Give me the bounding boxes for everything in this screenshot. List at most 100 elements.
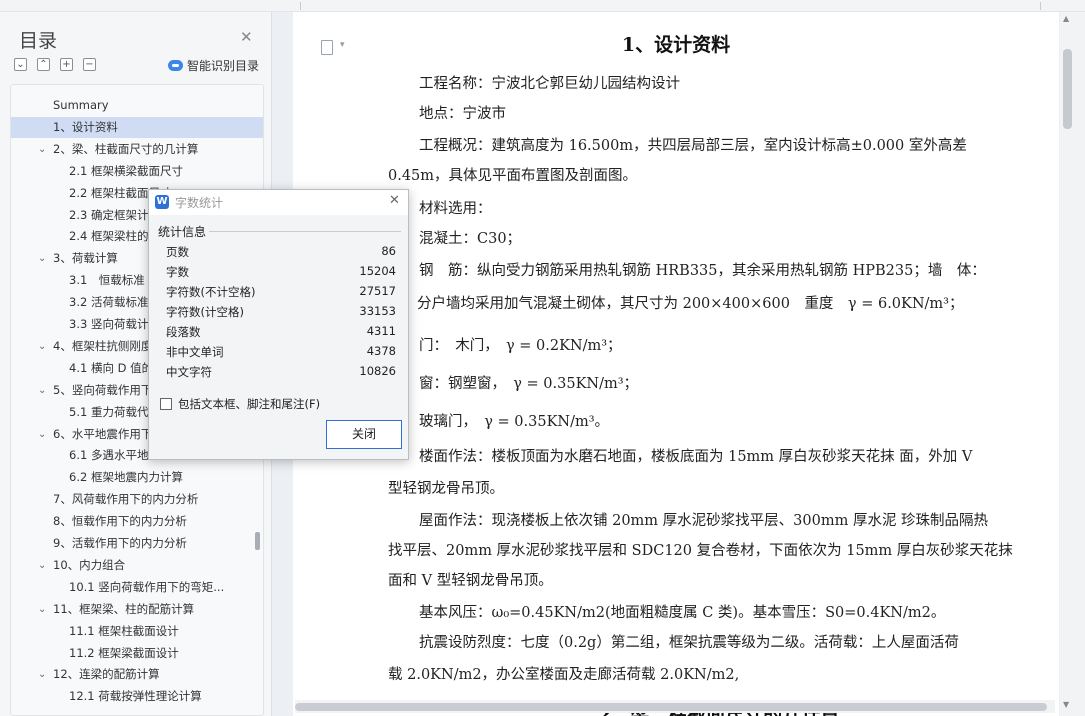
checkbox-box[interactable] <box>160 398 172 410</box>
smart-toc-label: 智能识别目录 <box>187 59 260 73</box>
toc-item-label: 12、连梁的配筋计算 <box>53 667 160 682</box>
hscrollbar-thumb[interactable] <box>295 703 1047 711</box>
toc-item[interactable]: ⌄ 2、梁、柱截面尺寸的几计算 <box>11 139 263 160</box>
toc-item[interactable]: ⌄ 10、内力组合 <box>11 555 263 576</box>
paragraph-line: 地点：宁波市 <box>419 106 506 122</box>
toc-item-label: 10.1 竖向荷载作用下的弯矩... <box>69 579 225 594</box>
chevron-down-icon[interactable]: ⌄ <box>38 139 46 160</box>
wps-logo-icon: W <box>155 195 169 209</box>
toc-item[interactable]: Summary <box>11 95 263 116</box>
horizontal-scrollbar[interactable] <box>295 700 1055 713</box>
stat-row: 字符数(不计空格) 27517 <box>166 282 396 302</box>
expand-down-icon[interactable]: ⌄ <box>14 58 27 71</box>
toc-item[interactable]: 11.1 框架柱截面设计 <box>11 621 263 642</box>
word-count-dialog: W 字数统计 ✕ 统计信息 包括文本框、脚注和尾注(F) 关闭 页数 86 字数 15… <box>148 189 409 460</box>
paragraph-line: 墙、分户墙均采用加气混凝土砌体，其尺寸为 200×400×600 重度 γ = … <box>388 296 964 312</box>
stat-label: 字符数(不计空格) <box>166 285 256 299</box>
paragraph-line: 0.45m，具体见平面布置图及剖面图。 <box>388 168 638 184</box>
checkbox-label: 包括文本框、脚注和尾注(F) <box>178 397 321 411</box>
stat-label: 字数 <box>166 265 189 279</box>
toc-item-label: 2.3 确定框架计 <box>69 207 149 222</box>
toc-item-label: Summary <box>53 98 109 112</box>
dialog-titlebar: W 字数统计 ✕ <box>149 190 408 215</box>
toc-item-label: 10、内力组合 <box>53 557 126 572</box>
collapse-up-icon[interactable]: ⌃ <box>37 58 50 71</box>
stat-row: 中文字符 10826 <box>166 362 396 382</box>
paragraph-line: 材料选用： <box>419 201 492 217</box>
toc-title: 目录 <box>19 30 58 52</box>
stat-value: 33153 <box>359 304 396 318</box>
stat-label: 段落数 <box>166 325 201 339</box>
chevron-down-icon[interactable]: ⌄ <box>38 424 46 445</box>
toc-item-label: 5、竖向荷载作用下 <box>53 382 153 397</box>
chevron-down-icon[interactable]: ⌄ <box>38 248 46 269</box>
stat-label: 页数 <box>166 245 189 259</box>
close-button[interactable]: 关闭 <box>326 420 402 449</box>
paragraph-line: 窗：钢塑窗， γ = 0.35KN/m³； <box>419 376 639 392</box>
divider <box>209 231 401 232</box>
toc-item[interactable]: 10.1 竖向荷载作用下的弯矩... <box>11 577 263 598</box>
toc-item-label: 7、风荷载作用下的内力分析 <box>53 492 199 507</box>
toc-item-label: 1、设计资料 <box>53 119 118 134</box>
stat-row: 非中文单词 4378 <box>166 342 396 362</box>
paragraph-line: 工程名称：宁波北仑郭巨幼儿园结构设计 <box>419 76 680 92</box>
chevron-down-icon[interactable]: ⌄ <box>38 380 46 401</box>
stat-row: 页数 86 <box>166 242 396 262</box>
stat-value: 86 <box>381 244 396 258</box>
remove-icon[interactable]: − <box>83 58 96 71</box>
toc-item[interactable]: 12.1 荷载按弹性理论计算 <box>11 686 263 707</box>
toc-item-label: 11.1 框架柱截面设计 <box>69 623 179 638</box>
stat-value: 15204 <box>359 264 396 278</box>
toc-item[interactable]: 9、活载作用下的内力分析 <box>11 533 263 554</box>
toc-item[interactable]: ⌄ 11、框架梁、柱的配筋计算 <box>11 599 263 620</box>
chevron-down-icon[interactable]: ⌄ <box>38 336 46 357</box>
chevron-down-icon[interactable]: ⌄ <box>38 664 46 685</box>
toc-item[interactable]: 11.2 框架梁截面设计 <box>11 643 263 664</box>
stats-group-label: 统计信息 <box>158 225 207 239</box>
toc-item-label: 9、活载作用下的内力分析 <box>53 536 187 550</box>
smart-toc-button[interactable]: 智能识别目录 <box>168 57 259 74</box>
scroll-down-icon[interactable]: ▼ <box>1063 700 1069 709</box>
paragraph-line: 工程概况：建筑高度为 16.500m，共四层局部三层，室内设计标高±0.000 … <box>419 138 967 154</box>
paragraph-line: 楼面作法：楼板顶面为水磨石地面，楼板底面为 15mm 厚白灰砂浆天花抹 面，外加… <box>419 449 973 465</box>
stat-label: 非中文单词 <box>166 345 224 359</box>
top-ruler <box>0 0 1085 12</box>
toc-item[interactable]: 8、恒载作用下的内力分析 <box>11 511 263 532</box>
stat-value: 10826 <box>359 364 396 378</box>
toc-item-label: 8、恒载作用下的内力分析 <box>53 514 187 529</box>
toc-item[interactable]: ⌄ 12、连梁的配筋计算 <box>11 664 263 685</box>
toc-item-label: 4、框架柱抗侧刚度 <box>53 338 153 353</box>
toc-item-label: 6.2 框架地震内力计算 <box>69 470 183 485</box>
toc-item-label: 4.1 横向 D 值的 <box>69 360 154 375</box>
toc-item-label: 12.1 荷载按弹性理论计算 <box>69 689 202 704</box>
paragraph-line: 门： 木门， γ = 0.2KN/m³； <box>419 338 622 354</box>
stat-value: 4378 <box>366 344 396 358</box>
toc-item[interactable]: 2.1 框架横梁截面尺寸 <box>11 161 263 182</box>
scrollbar-thumb[interactable] <box>1063 49 1072 129</box>
toc-item-label: 3.2 活荷载标准 <box>69 295 149 310</box>
add-icon[interactable]: + <box>60 58 73 71</box>
toc-item-label: 5.1 重力荷载代 <box>69 404 149 419</box>
close-icon[interactable]: ✕ <box>240 28 253 46</box>
toc-item-label: 3.3 竖向荷载计 <box>69 317 149 331</box>
paragraph-line: 混凝土：C30； <box>419 231 522 247</box>
smart-toc-icon <box>168 60 183 71</box>
paragraph-line: 钢 筋：纵向受力钢筋采用热轧钢筋 HRB335，其余采用热轧钢筋 HPB235；… <box>419 263 986 279</box>
paragraph-line: 载 2.0KN/m2，办公室楼面及走廊活荷载 2.0KN/m2, <box>388 667 740 683</box>
ruler-mark <box>300 2 301 10</box>
scroll-up-icon[interactable]: ▲ <box>1063 14 1069 23</box>
toc-item-label: 6、水平地震作用下 <box>53 426 153 441</box>
stat-value: 27517 <box>359 284 396 298</box>
toc-item[interactable]: 7、风荷载作用下的内力分析 <box>11 489 263 510</box>
chevron-down-icon[interactable]: ⌄ <box>38 599 46 620</box>
dialog-title: 字数统计 <box>175 196 224 210</box>
include-textbox-checkbox[interactable]: 包括文本框、脚注和尾注(F) <box>160 396 320 412</box>
chevron-down-icon[interactable]: ⌄ <box>38 555 46 576</box>
toc-item[interactable]: 6.2 框架地震内力计算 <box>11 467 263 488</box>
toc-item-label: 6.1 多遇水平地 <box>69 448 149 463</box>
vertical-scrollbar[interactable]: ▲ ▼ <box>1060 12 1085 716</box>
paragraph-line: 面和 V 型轻钢龙骨吊顶。 <box>388 573 553 589</box>
close-icon[interactable]: ✕ <box>389 193 400 208</box>
toc-toolbar: ⌄ ⌃ + − <box>14 58 96 71</box>
toc-item[interactable]: 1、设计资料 <box>11 116 263 138</box>
